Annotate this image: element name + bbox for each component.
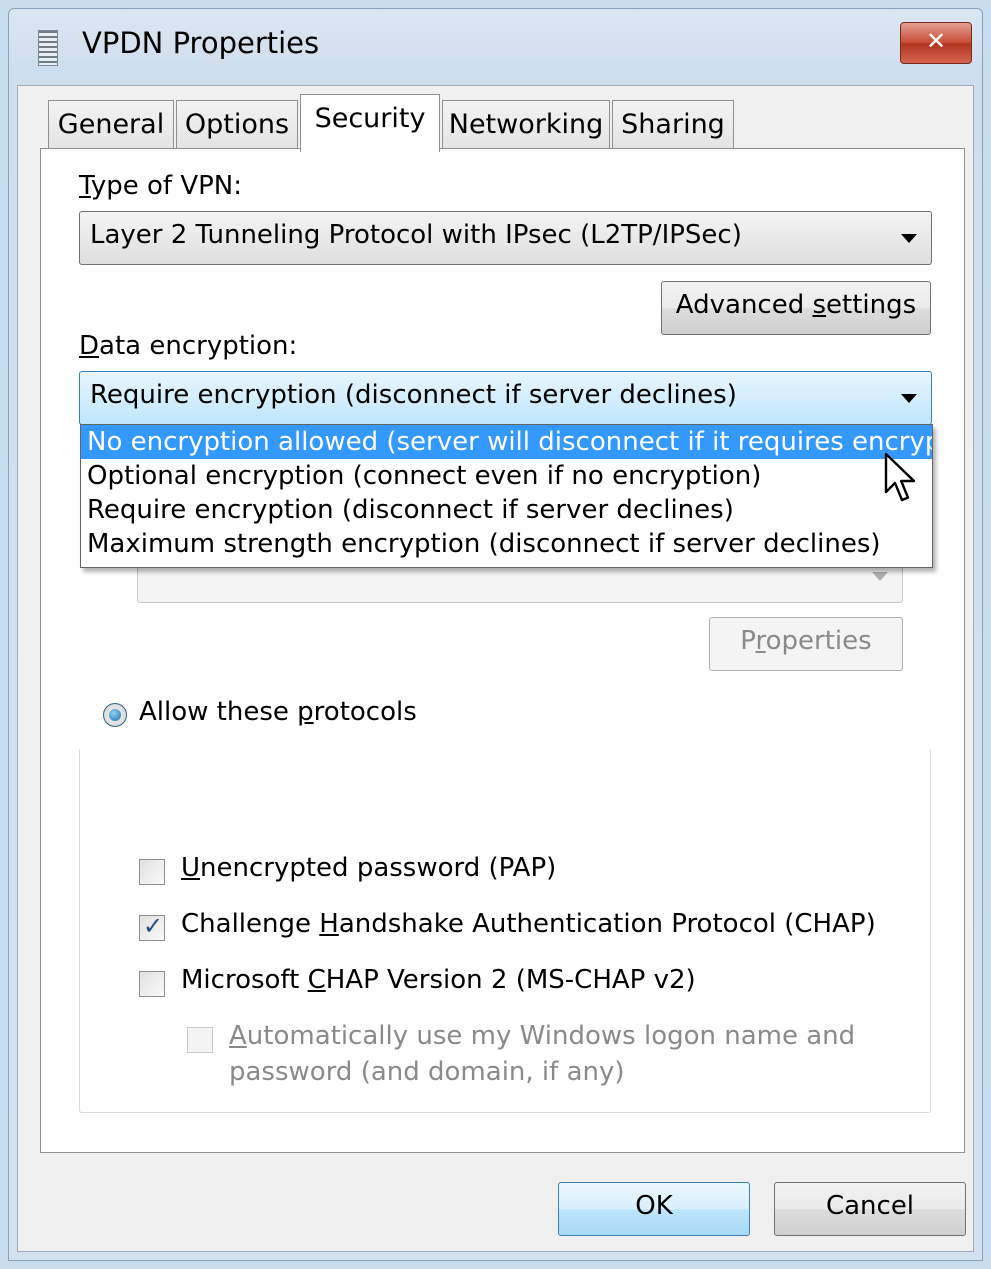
- tab-general[interactable]: General: [48, 100, 174, 150]
- chevron-down-icon: [872, 572, 888, 581]
- tab-networking[interactable]: Networking: [442, 100, 610, 150]
- mouse-pointer-icon: [884, 452, 916, 502]
- protocols-group-box: [79, 749, 931, 1113]
- allow-protocols-radio[interactable]: [103, 703, 127, 727]
- security-tab-panel: Type of VPN: Layer 2 Tunneling Protocol …: [40, 148, 965, 1153]
- data-encryption-dropdown-list: No encryption allowed (server will disco…: [80, 424, 933, 568]
- advanced-settings-button[interactable]: Advanced settings: [661, 281, 931, 335]
- dropdown-option-maximum-encryption[interactable]: Maximum strength encryption (disconnect …: [81, 527, 932, 561]
- allow-protocols-label: Allow these protocols: [139, 697, 417, 727]
- chevron-down-icon: [901, 234, 917, 243]
- dropdown-option-require-encryption[interactable]: Require encryption (disconnect if server…: [81, 493, 932, 527]
- vpn-type-label: Type of VPN:: [79, 171, 242, 201]
- window-title: VPDN Properties: [82, 26, 320, 60]
- vpn-type-select[interactable]: Layer 2 Tunneling Protocol with IPsec (L…: [79, 211, 932, 265]
- data-encryption-value: Require encryption (disconnect if server…: [90, 380, 737, 410]
- properties-button[interactable]: Properties: [709, 617, 903, 671]
- dropdown-option-no-encryption[interactable]: No encryption allowed (server will disco…: [81, 425, 932, 459]
- tab-security[interactable]: Security: [300, 94, 440, 152]
- chevron-down-icon: [901, 394, 917, 403]
- vpn-type-value: Layer 2 Tunneling Protocol with IPsec (L…: [90, 220, 742, 250]
- network-connection-icon: [38, 30, 58, 66]
- dropdown-option-optional-encryption[interactable]: Optional encryption (connect even if no …: [81, 459, 932, 493]
- cancel-button[interactable]: Cancel: [774, 1182, 966, 1236]
- tab-options[interactable]: Options: [176, 100, 298, 150]
- data-encryption-label: Data encryption:: [79, 331, 298, 361]
- tab-sharing[interactable]: Sharing: [612, 100, 734, 150]
- ok-button[interactable]: OK: [558, 1182, 750, 1236]
- data-encryption-select[interactable]: Require encryption (disconnect if server…: [79, 371, 932, 425]
- close-button[interactable]: [900, 22, 972, 64]
